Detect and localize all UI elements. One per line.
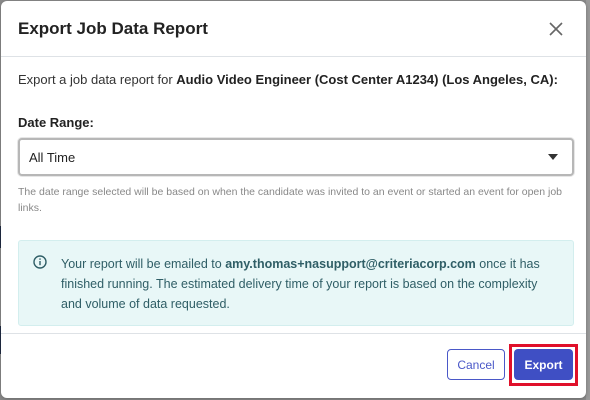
date-range-label: Date Range: [18, 115, 94, 130]
recipient-email: amy.thomas+nasupport@criteriacorp.com [225, 257, 476, 271]
info-message: Your report will be emailed to amy.thoma… [61, 254, 559, 325]
job-name: Audio Video Engineer (Cost Center A1234)… [176, 72, 558, 87]
backdrop-overlay [586, 0, 590, 400]
export-button[interactable]: Export [514, 349, 573, 380]
info-circle-icon [33, 255, 47, 325]
date-range-value: All Time [29, 149, 76, 165]
dialog-footer: Cancel Export [1, 333, 586, 398]
info-alert: Your report will be emailed to amy.thoma… [18, 240, 574, 326]
dialog-body: Export a job data report for Audio Video… [1, 57, 586, 326]
close-icon [549, 21, 563, 36]
date-range-help-text: The date range selected will be based on… [18, 186, 563, 214]
cancel-button[interactable]: Cancel [447, 349, 505, 380]
export-job-data-dialog: Export Job Data Report Export a job data… [1, 1, 586, 398]
date-range-select[interactable]: All Time [18, 138, 574, 176]
info-prefix: Your report will be emailed to [61, 257, 226, 271]
intro-text: Export a job data report for Audio Video… [18, 72, 570, 87]
caret-down-icon [548, 154, 558, 160]
dialog-header: Export Job Data Report [1, 1, 586, 57]
intro-prefix: Export a job data report for [18, 72, 177, 87]
dialog-title: Export Job Data Report [18, 18, 208, 38]
close-button[interactable] [544, 17, 568, 41]
